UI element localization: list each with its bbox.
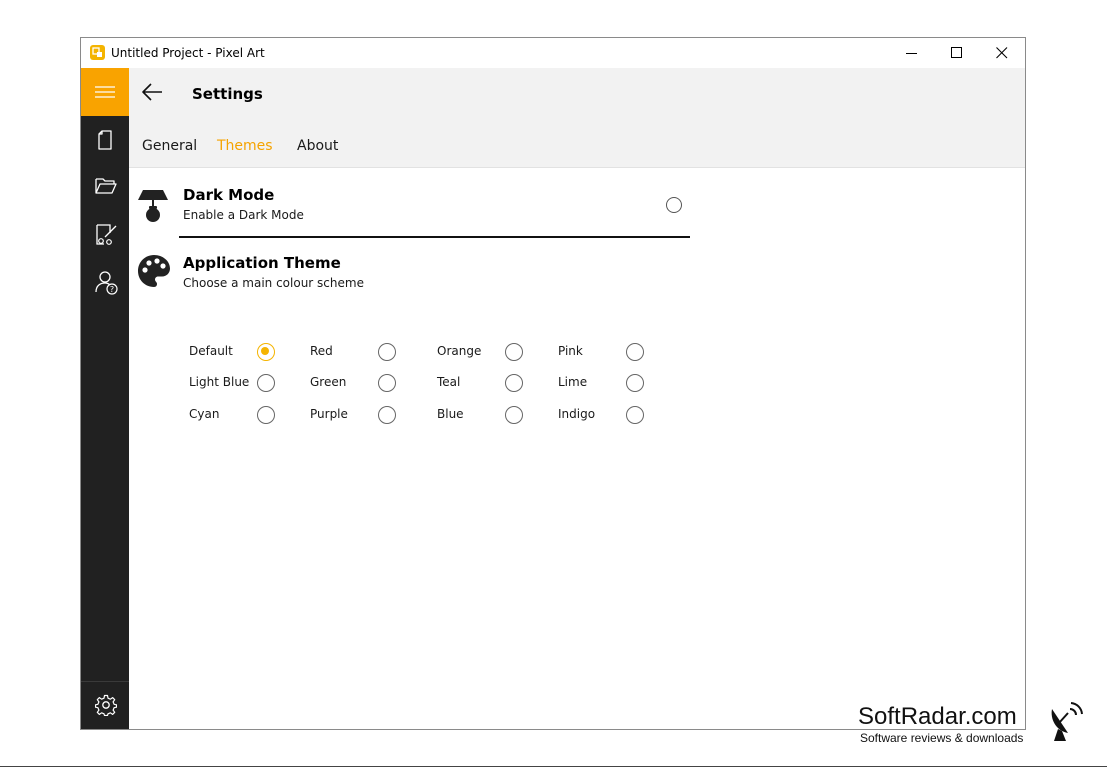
theme-radio-purple[interactable] (378, 406, 396, 424)
export-icon (96, 224, 117, 245)
window-title: Untitled Project - Pixel Art (111, 46, 265, 60)
satellite-dish-icon (1051, 702, 1083, 741)
theme-option-label-blue: Blue (437, 407, 464, 421)
watermark: SoftRadar.com Software reviews & downloa… (858, 702, 1098, 753)
theme-option-label-lime: Lime (558, 375, 588, 389)
theme-radio-indigo[interactable] (626, 406, 644, 424)
divider (179, 236, 690, 238)
theme-option-label-pink: Pink (558, 344, 583, 358)
divider (0, 766, 1107, 767)
theme-option-label-cyan: Cyan (189, 407, 220, 421)
sidebar-item-settings[interactable] (81, 681, 129, 728)
theme-radio-orange[interactable] (505, 343, 523, 361)
watermark-title: SoftRadar.com (858, 703, 1017, 730)
page-title: Settings (192, 85, 263, 103)
svg-text:?: ? (110, 285, 114, 294)
sidebar-item-open[interactable] (81, 164, 129, 210)
theme-radio-teal[interactable] (505, 374, 523, 392)
sidebar: ? (81, 68, 129, 729)
theme-option-label-orange: Orange (437, 344, 482, 358)
theme-radio-green[interactable] (378, 374, 396, 392)
theme-radio-light-blue[interactable] (257, 374, 275, 392)
back-arrow-icon (142, 83, 162, 101)
folder-icon (95, 178, 117, 194)
theme-radio-pink[interactable] (626, 343, 644, 361)
close-button[interactable] (979, 38, 1025, 68)
settings-header: Settings General Themes About (129, 68, 1025, 168)
theme-option-label-teal: Teal (437, 375, 461, 389)
theme-option-label-indigo: Indigo (558, 407, 596, 421)
back-button[interactable] (139, 80, 167, 106)
theme-option-label-red: Red (310, 344, 333, 358)
theme-option-label-green: Green (310, 375, 347, 389)
title-bar[interactable]: Untitled Project - Pixel Art (81, 38, 1025, 68)
app-logo-icon (90, 45, 105, 60)
tab-themes[interactable]: Themes (217, 138, 273, 154)
document-icon (98, 130, 112, 150)
lamp-icon (138, 190, 168, 222)
watermark-subtitle: Software reviews & downloads (860, 731, 1024, 745)
sidebar-item-about[interactable]: ? (81, 258, 129, 304)
theme-radio-red[interactable] (378, 343, 396, 361)
dark-mode-title: Dark Mode (183, 186, 275, 204)
tab-general[interactable]: General (142, 138, 197, 154)
theme-option-label-default: Default (189, 344, 233, 358)
tab-about[interactable]: About (297, 138, 338, 154)
menu-button[interactable] (81, 68, 129, 116)
theme-option-label-light-blue: Light Blue (189, 375, 250, 389)
app-window: Untitled Project - Pixel Art ? Settings … (80, 37, 1026, 730)
settings-content: Dark Mode Enable a Dark Mode Application… (129, 168, 1025, 729)
user-help-icon: ? (95, 271, 118, 295)
minimize-button[interactable] (889, 38, 935, 68)
sidebar-item-new[interactable] (81, 117, 129, 163)
app-theme-description: Choose a main colour scheme (183, 276, 364, 290)
theme-radio-default[interactable] (257, 343, 275, 361)
dark-mode-toggle[interactable] (666, 197, 682, 213)
sidebar-item-export[interactable] (81, 211, 129, 257)
app-theme-title: Application Theme (183, 254, 341, 272)
hamburger-icon (95, 86, 115, 98)
theme-radio-blue[interactable] (505, 406, 523, 424)
dark-mode-description: Enable a Dark Mode (183, 208, 304, 222)
gear-icon (95, 694, 117, 716)
theme-radio-lime[interactable] (626, 374, 644, 392)
theme-radio-cyan[interactable] (257, 406, 275, 424)
theme-option-label-purple: Purple (310, 407, 348, 421)
maximize-button[interactable] (934, 38, 980, 68)
palette-icon (138, 255, 170, 287)
